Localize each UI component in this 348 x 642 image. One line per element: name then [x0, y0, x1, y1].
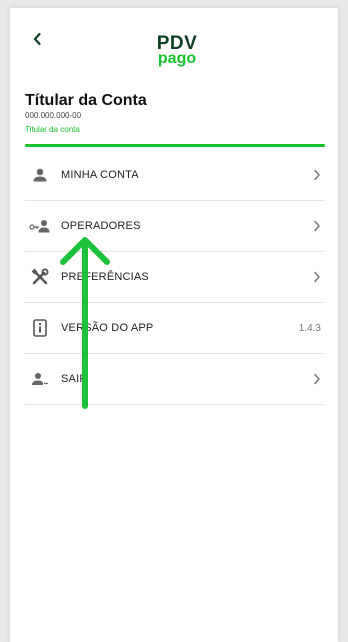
account-underline	[25, 144, 325, 147]
menu-item-operadores[interactable]: OPERADORES	[25, 201, 325, 252]
tools-icon	[29, 267, 51, 287]
app-version-value-wrap: 1.4.3	[299, 303, 321, 353]
account-subtitle: Titular da conta	[25, 125, 80, 134]
key-person-icon	[29, 216, 51, 236]
account-name: Títular da Conta	[25, 92, 147, 109]
account-document: 000.000.000-00	[25, 111, 82, 120]
menu-item-label: SAIR	[61, 373, 88, 385]
menu-item-minha-conta[interactable]: MINHA CONTA	[25, 150, 325, 201]
menu-item-sair[interactable]: SAIR	[25, 354, 325, 405]
menu-item-label: PREFERÊNCIAS	[61, 271, 149, 283]
account-header: Títular da Conta 000.000.000-00 Titular …	[25, 92, 325, 135]
menu-item-label: MINHA CONTA	[61, 169, 139, 181]
person-icon	[29, 165, 51, 185]
settings-menu: MINHA CONTA OPERADORES PREFERÊNCIAS VERS…	[25, 150, 325, 405]
chevron-right-icon	[313, 354, 321, 404]
chevron-right-icon	[313, 252, 321, 302]
menu-item-label: OPERADORES	[61, 220, 141, 232]
chevron-right-icon	[313, 201, 321, 251]
app-version-value: 1.4.3	[298, 322, 321, 334]
chevron-left-icon	[33, 32, 41, 46]
menu-item-label: VERSÃO DO APP	[61, 322, 154, 334]
info-icon	[29, 318, 51, 338]
person-logout-icon	[29, 369, 51, 389]
menu-item-preferencias[interactable]: PREFERÊNCIAS	[25, 252, 325, 303]
app-screen: PDV pago Títular da Conta 000.000.000-00…	[10, 8, 338, 642]
top-bar: PDV pago	[10, 8, 338, 78]
back-button[interactable]	[26, 28, 48, 50]
chevron-right-icon	[313, 150, 321, 200]
pdv-pago-logo: PDV pago	[152, 34, 202, 67]
menu-item-versao-do-app: VERSÃO DO APP 1.4.3	[25, 303, 325, 354]
logo-line-2: pago	[157, 50, 197, 67]
